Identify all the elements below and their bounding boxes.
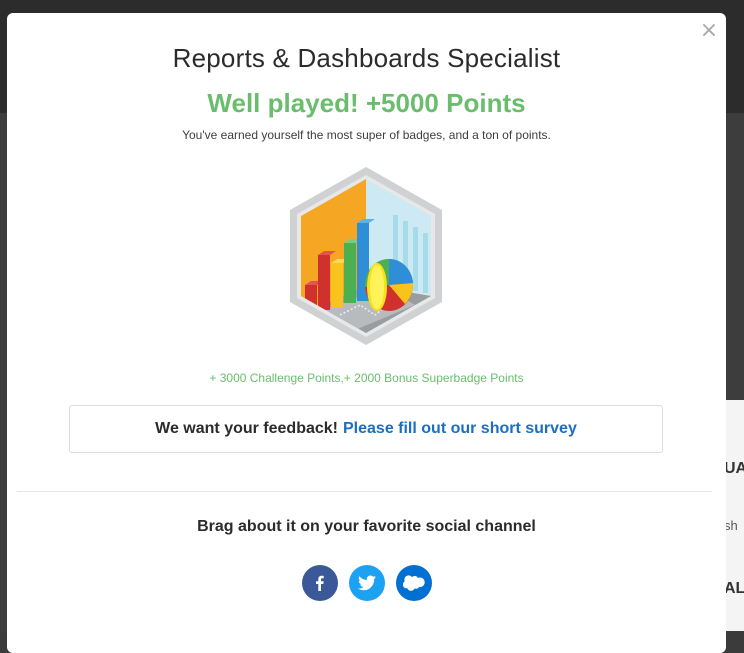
close-button[interactable]: × (698, 18, 720, 43)
divider (17, 491, 712, 492)
brag-heading: Brag about it on your favorite social ch… (197, 518, 536, 535)
salesforce-cloud-icon (402, 575, 425, 591)
points-earned-heading: Well played! +5000 Points (207, 88, 526, 118)
backdrop-text: sh (724, 518, 738, 533)
points-breakdown: + 3000 Challenge Points,+ 2000 Bonus Sup… (209, 371, 524, 385)
facebook-share-button[interactable] (301, 565, 338, 601)
survey-link[interactable]: Please fill out our short survey (343, 420, 577, 438)
feedback-prompt: We want your feedback! (155, 420, 338, 437)
facebook-icon (315, 575, 324, 591)
salesforce-share-button[interactable] (395, 565, 432, 601)
close-icon: × (699, 18, 719, 43)
backdrop-text: UA (724, 460, 744, 477)
twitter-icon (357, 575, 376, 591)
achievement-modal: × Reports & Dashboards Specialist Well p… (7, 13, 726, 653)
feedback-box: We want your feedback! Please fill out o… (69, 405, 663, 453)
social-share-buttons (7, 565, 726, 601)
modal-title: Reports & Dashboards Specialist (172, 43, 561, 73)
superbadge-icon (290, 167, 442, 345)
backdrop-text: AL (724, 580, 744, 597)
modal-description: You've earned yourself the most super of… (182, 128, 551, 142)
twitter-share-button[interactable] (348, 565, 385, 601)
